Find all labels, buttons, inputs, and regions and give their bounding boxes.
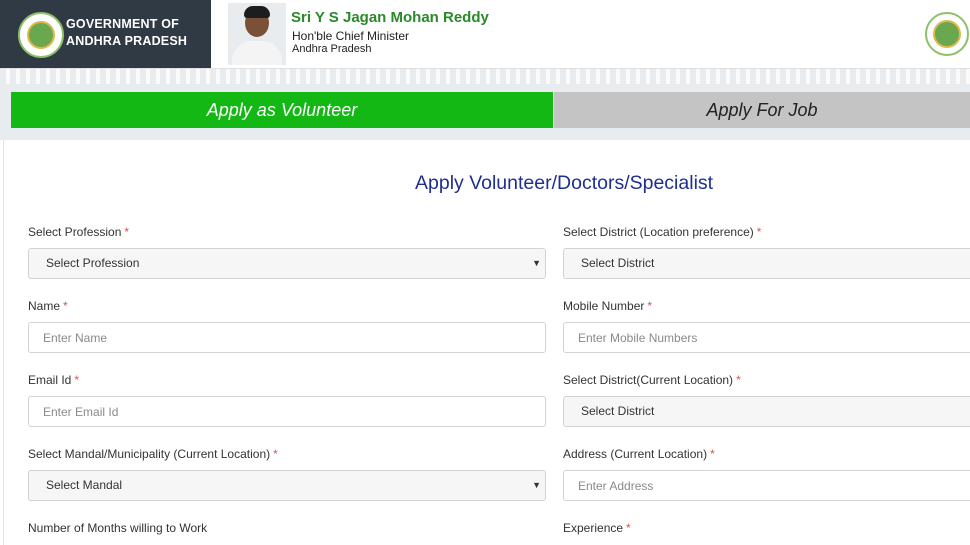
chevron-down-icon: ▼ — [532, 258, 541, 268]
tab-apply-job[interactable]: Apply For Job — [554, 92, 970, 128]
district-current-label: Select District(Current Location) * — [563, 373, 741, 387]
district-current-select[interactable]: Select District — [563, 396, 970, 427]
government-brand: GOVERNMENT OF ANDHRA PRADESH — [0, 0, 211, 68]
tab-apply-volunteer[interactable]: Apply as Volunteer — [11, 92, 553, 128]
district-preference-select-value: Select District — [581, 256, 655, 270]
profession-label: Select Profession * — [28, 225, 130, 239]
right-emblem-icon — [925, 12, 969, 56]
experience-label: Experience * — [563, 521, 631, 535]
address-input[interactable] — [563, 470, 970, 501]
name-input[interactable] — [28, 322, 546, 353]
header-divider — [0, 68, 970, 85]
mandal-label: Select Mandal/Municipality (Current Loca… — [28, 447, 278, 461]
state-emblem-icon — [18, 12, 64, 58]
government-name-line1: GOVERNMENT OF — [66, 17, 180, 31]
chief-minister-title: Hon'ble Chief Minister — [292, 29, 410, 43]
chief-minister-name: Sri Y S Jagan Mohan Reddy — [291, 9, 489, 26]
chevron-down-icon: ▼ — [532, 480, 541, 490]
chief-minister-photo — [228, 3, 286, 65]
page-header: GOVERNMENT OF ANDHRA PRADESH Sri Y S Jag… — [0, 0, 970, 68]
profession-select-value: Select Profession — [46, 256, 140, 270]
email-label: Email Id * — [28, 373, 80, 387]
mandal-select[interactable]: Select Mandal ▼ — [28, 470, 546, 501]
government-name-line2: ANDHRA PRADESH — [66, 34, 188, 48]
tab-bar: Apply as Volunteer Apply For Job — [0, 84, 970, 140]
email-input[interactable] — [28, 396, 546, 427]
government-name: GOVERNMENT OF ANDHRA PRADESH — [66, 16, 187, 50]
mobile-label: Mobile Number * — [563, 299, 653, 313]
mobile-input[interactable] — [563, 322, 970, 353]
address-label: Address (Current Location) * — [563, 447, 715, 461]
district-current-select-value: Select District — [581, 404, 655, 418]
mandal-select-value: Select Mandal — [46, 478, 123, 492]
name-label: Name * — [28, 299, 68, 313]
profession-select[interactable]: Select Profession ▼ — [28, 248, 546, 279]
district-preference-label: Select District (Location preference) * — [563, 225, 762, 239]
chief-minister-state: Andhra Pradesh — [292, 43, 372, 55]
months-label: Number of Months willing to Work — [28, 521, 208, 535]
form-title: Apply Volunteer/Doctors/Specialist — [415, 172, 714, 194]
district-preference-select[interactable]: Select District — [563, 248, 970, 279]
